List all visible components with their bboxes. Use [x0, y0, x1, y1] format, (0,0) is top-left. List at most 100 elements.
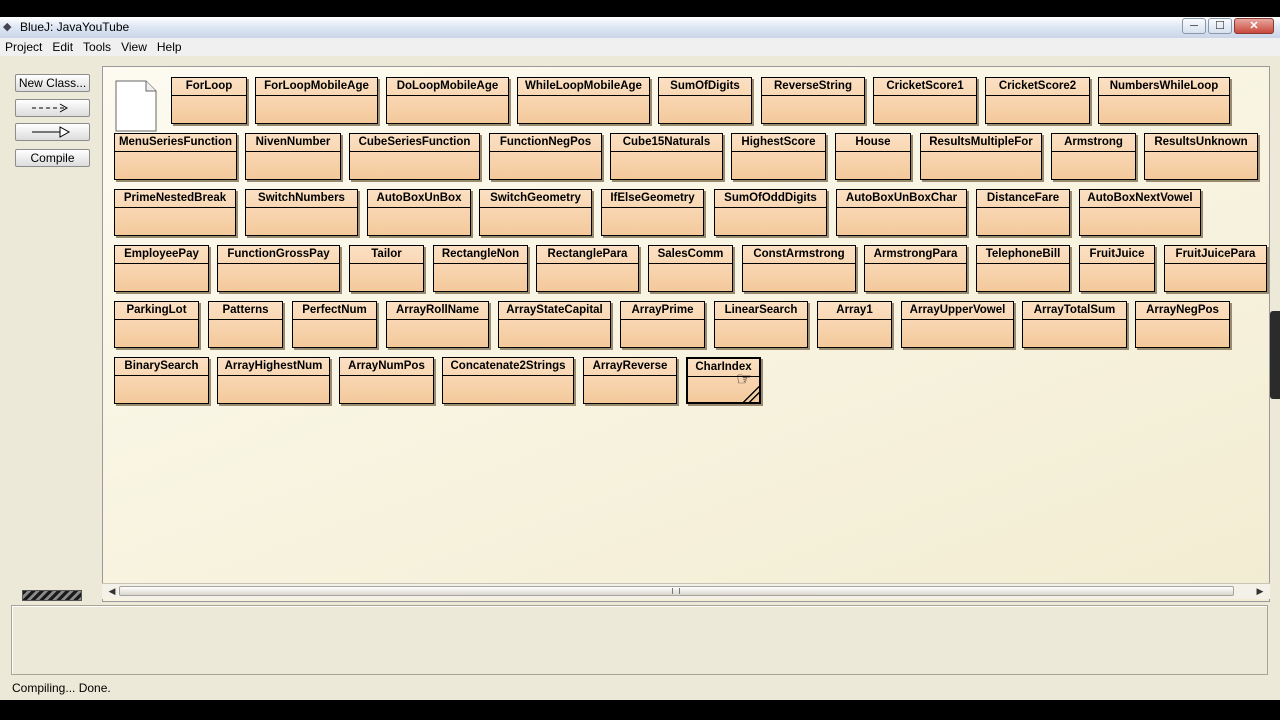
class-name: CubeSeriesFunction [358, 136, 471, 148]
tool-panel: New Class... Compile [0, 56, 102, 606]
class-divider [836, 151, 910, 152]
class-name: ArrayHighestNum [224, 360, 323, 372]
class-box[interactable]: MenuSeriesFunction [114, 133, 237, 180]
class-box[interactable]: ArrayUpperVowel [901, 301, 1014, 348]
menu-view[interactable]: View [116, 38, 152, 56]
maximize-button[interactable]: ☐ [1208, 18, 1232, 34]
class-box[interactable]: AutoBoxNextVowel [1079, 189, 1201, 236]
class-divider [688, 376, 759, 377]
class-box[interactable]: CricketScore1 [873, 77, 977, 124]
class-box[interactable]: RectanglePara [536, 245, 639, 292]
class-box[interactable]: FunctionNegPos [489, 133, 602, 180]
class-box[interactable]: ArrayPrime [620, 301, 705, 348]
class-box[interactable]: ArrayTotalSum [1022, 301, 1127, 348]
class-box[interactable]: SwitchNumbers [245, 189, 358, 236]
class-divider [246, 207, 357, 208]
scroll-thumb[interactable] [119, 586, 1234, 596]
class-box[interactable]: ArrayNegPos [1135, 301, 1230, 348]
class-divider [218, 375, 329, 376]
class-box[interactable]: DoLoopMobileAge [386, 77, 509, 124]
class-box[interactable]: LinearSearch [714, 301, 808, 348]
class-box[interactable]: ArrayReverse [583, 357, 677, 404]
class-divider [874, 95, 976, 96]
class-divider [172, 95, 246, 96]
class-box[interactable]: SumOfDigits [658, 77, 752, 124]
class-name: AutoBoxUnBox [376, 192, 462, 204]
dependency-arrow-button[interactable] [15, 99, 90, 117]
class-divider [387, 319, 488, 320]
class-box[interactable]: ArrayStateCapital [498, 301, 611, 348]
class-box[interactable]: Armstrong [1051, 133, 1136, 180]
class-divider [368, 207, 470, 208]
class-box[interactable]: ResultsUnknown [1144, 133, 1258, 180]
scroll-left-icon[interactable]: ◀ [105, 585, 119, 598]
class-name: ForLoopMobileAge [264, 80, 369, 92]
side-scroll-handle[interactable] [1270, 311, 1280, 399]
resize-handle-icon[interactable] [741, 384, 759, 402]
class-box[interactable]: PrimeNestedBreak [114, 189, 236, 236]
class-box[interactable]: SalesComm [648, 245, 733, 292]
class-box[interactable]: FruitJuice [1079, 245, 1155, 292]
class-divider [732, 151, 825, 152]
class-box[interactable]: EmployeePay [114, 245, 209, 292]
class-box[interactable]: ReverseString [761, 77, 865, 124]
menu-tools[interactable]: Tools [78, 38, 116, 56]
class-name: MenuSeriesFunction [118, 136, 233, 148]
class-box[interactable]: CubeSeriesFunction [349, 133, 480, 180]
class-name: Armstrong [1064, 136, 1123, 148]
class-box[interactable]: AutoBoxUnBoxChar [836, 189, 967, 236]
minimize-button[interactable]: ─ [1182, 18, 1206, 34]
class-box[interactable]: ParkingLot [114, 301, 199, 348]
class-box[interactable]: ForLoop [171, 77, 247, 124]
class-box[interactable]: ForLoopMobileAge [255, 77, 378, 124]
class-box[interactable]: Array1 [817, 301, 892, 348]
compile-button[interactable]: Compile [15, 149, 90, 167]
class-box[interactable]: House [835, 133, 911, 180]
class-box[interactable]: TelephoneBill [976, 245, 1070, 292]
inheritance-arrow-button[interactable] [15, 123, 90, 141]
class-box[interactable]: BinarySearch [114, 357, 209, 404]
class-box[interactable]: Concatenate2Strings [442, 357, 574, 404]
close-button[interactable]: ✕ [1234, 18, 1274, 34]
class-box[interactable]: NumbersWhileLoop [1098, 77, 1230, 124]
class-box[interactable]: DistanceFare [976, 189, 1070, 236]
class-name: CharIndex [695, 361, 752, 373]
menu-project[interactable]: Project [0, 38, 47, 56]
class-box[interactable]: FunctionGrossPay [217, 245, 340, 292]
class-box[interactable]: CricketScore2 [985, 77, 1090, 124]
class-box[interactable]: ArrayRollName [386, 301, 489, 348]
class-box[interactable]: ArmstrongPara [864, 245, 967, 292]
class-box[interactable]: NivenNumber [245, 133, 341, 180]
class-box[interactable]: Tailor [349, 245, 424, 292]
class-divider [611, 151, 722, 152]
class-box[interactable]: IfElseGeometry [601, 189, 704, 236]
class-name: RectanglePara [547, 248, 628, 260]
class-box[interactable]: HighestScore [731, 133, 826, 180]
class-box[interactable]: SwitchGeometry [479, 189, 592, 236]
class-box[interactable]: RectangleNon [433, 245, 528, 292]
class-box[interactable]: ConstArmstrong [742, 245, 856, 292]
class-box[interactable]: ArrayNumPos [339, 357, 434, 404]
horizontal-scrollbar[interactable]: ◀ ▶ [102, 583, 1270, 599]
menu-help[interactable]: Help [152, 38, 187, 56]
class-box[interactable]: ResultsMultipleFor [920, 133, 1042, 180]
class-box[interactable]: Cube15Naturals [610, 133, 723, 180]
progress-indicator [22, 590, 82, 601]
class-box[interactable]: SumOfOddDigits [714, 189, 827, 236]
class-name: PrimeNestedBreak [123, 192, 227, 204]
class-box[interactable]: FruitJuicePara [1164, 245, 1267, 292]
class-divider [209, 319, 282, 320]
class-box[interactable]: WhileLoopMobileAge [517, 77, 650, 124]
class-box[interactable]: Patterns [208, 301, 283, 348]
document-icon [115, 80, 157, 132]
class-box[interactable]: AutoBoxUnBox [367, 189, 471, 236]
window-title: BlueJ: JavaYouTube [20, 20, 130, 34]
class-divider [715, 319, 807, 320]
menu-edit[interactable]: Edit [47, 38, 78, 56]
class-name: ArrayUpperVowel [909, 304, 1006, 316]
class-box[interactable]: ArrayHighestNum [217, 357, 330, 404]
new-class-button[interactable]: New Class... [15, 74, 90, 92]
class-box[interactable]: PerfectNum [292, 301, 377, 348]
class-box[interactable]: CharIndex [686, 357, 761, 404]
scroll-right-icon[interactable]: ▶ [1253, 585, 1267, 598]
